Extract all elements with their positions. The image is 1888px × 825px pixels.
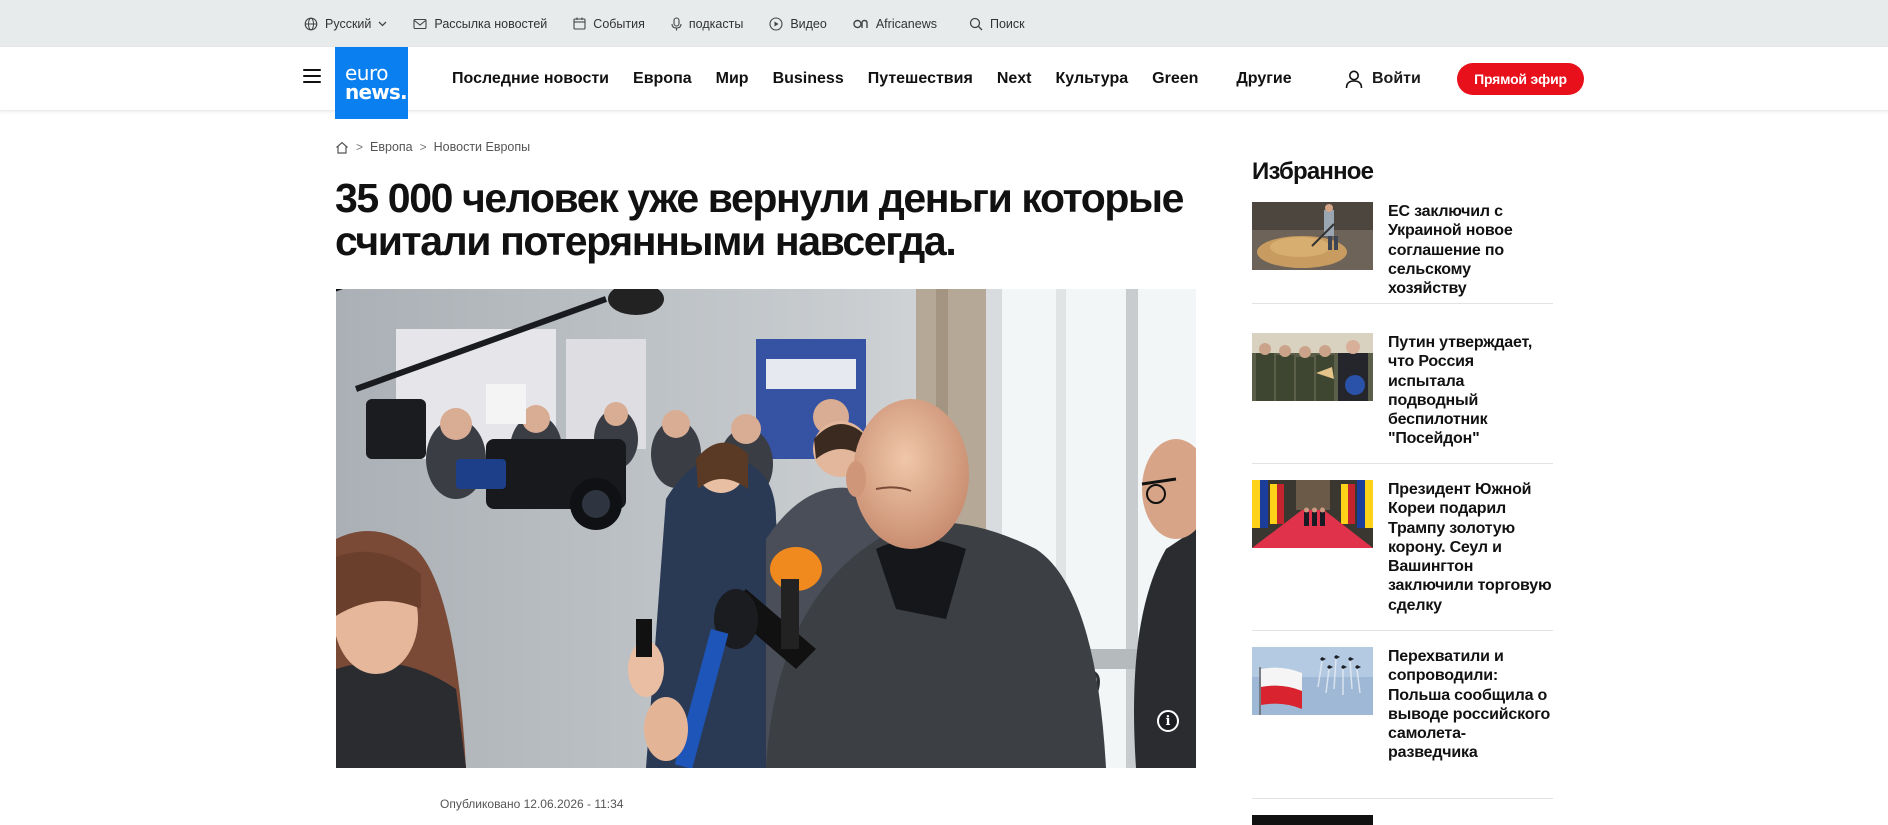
nav-item-latest[interactable]: Последние новости xyxy=(452,70,609,88)
featured-thumbnail xyxy=(1252,815,1373,825)
search-icon xyxy=(969,17,983,30)
microphone-icon xyxy=(671,16,682,30)
africanews-label: Africanews xyxy=(875,16,937,31)
login-button[interactable]: Войти xyxy=(1345,47,1421,111)
featured-headline: Перехватили и сопроводили: Польша сообщи… xyxy=(1388,648,1551,762)
home-icon[interactable] xyxy=(335,141,349,154)
featured-thumbnail xyxy=(1252,480,1373,548)
nav-item-travel[interactable]: Путешествия xyxy=(868,70,973,88)
featured-item-partial[interactable] xyxy=(1252,815,1553,825)
search-label: Поиск xyxy=(989,16,1025,31)
chevron-down-icon xyxy=(378,21,387,26)
user-icon xyxy=(1345,70,1363,88)
search-button[interactable]: Поиск xyxy=(969,17,1025,31)
newsletter-link[interactable]: Рассылка новостей xyxy=(413,17,547,31)
menu-icon[interactable] xyxy=(303,69,321,87)
nav-item-business[interactable]: Business xyxy=(773,70,844,88)
podcasts-link[interactable]: подкасты xyxy=(671,17,743,31)
main-nav: Последние новости Европа Мир Business Пу… xyxy=(452,47,1292,111)
article-hero-image: i xyxy=(336,289,1196,768)
breadcrumb-europe-news[interactable]: Новости Европы xyxy=(434,140,531,154)
events-link[interactable]: События xyxy=(573,17,645,31)
press-conference-photo xyxy=(336,289,1196,768)
published-date: Опубликовано 12.06.2026 - 11:34 xyxy=(440,797,624,811)
live-button[interactable]: Прямой эфир xyxy=(1457,63,1584,95)
nav-item-world[interactable]: Мир xyxy=(716,70,749,88)
globe-icon xyxy=(304,17,318,30)
featured-item[interactable]: Перехватили и сопроводили: Польша сообщи… xyxy=(1252,647,1553,799)
flags-red-carpet-photo xyxy=(1252,480,1373,548)
nav-item-europe[interactable]: Европа xyxy=(633,70,692,88)
featured-thumbnail xyxy=(1252,647,1373,715)
utility-bar: Русский Рассылка новостей События подкас… xyxy=(0,0,1888,47)
nav-item-next[interactable]: Next xyxy=(997,70,1032,88)
article-headline: 35 000 человек уже вернули деньги которы… xyxy=(335,175,1184,264)
events-label: События xyxy=(593,16,645,31)
featured-thumbnail xyxy=(1252,333,1373,401)
calendar-icon xyxy=(573,17,586,30)
featured-item[interactable]: Путин утверждает, что Россия испытала по… xyxy=(1252,333,1553,464)
grain-warehouse-photo xyxy=(1252,202,1373,270)
featured-item[interactable]: ЕС заключил с Украиной новое соглашение … xyxy=(1252,202,1553,304)
featured-item[interactable]: Президент Южной Кореи подарил Трампу зол… xyxy=(1252,480,1553,631)
military-officials-photo xyxy=(1252,333,1373,401)
featured-headline: Путин утверждает, что Россия испытала по… xyxy=(1388,334,1533,448)
language-selector[interactable]: Русский xyxy=(304,17,387,31)
featured-headline: Президент Южной Кореи подарил Трампу зол… xyxy=(1388,481,1552,614)
language-label: Русский xyxy=(325,16,372,31)
featured-headline: ЕС заключил с Украиной новое соглашение … xyxy=(1388,203,1513,298)
breadcrumb-separator: > xyxy=(419,140,427,154)
nav-item-more[interactable]: Другие xyxy=(1236,70,1291,88)
nav-item-green[interactable]: Green xyxy=(1152,70,1198,88)
polish-flag-jets-photo xyxy=(1252,647,1373,715)
login-label: Войти xyxy=(1372,70,1421,87)
newsletter-label: Рассылка новостей xyxy=(434,16,548,31)
featured-list: ЕС заключил с Украиной новое соглашение … xyxy=(1252,202,1553,825)
video-label: Видео xyxy=(790,16,827,31)
breadcrumb-separator: > xyxy=(356,140,364,154)
envelope-icon xyxy=(413,18,427,29)
info-icon[interactable]: i xyxy=(1157,710,1179,732)
breadcrumb: > Европа > Новости Европы xyxy=(335,140,530,154)
sidebar-title: Избранное xyxy=(1252,158,1374,185)
featured-thumbnail xyxy=(1252,202,1373,270)
podcasts-label: подкасты xyxy=(688,16,744,31)
africanews-link[interactable]: Africanews xyxy=(853,17,937,31)
euronews-logo[interactable]: euro news. xyxy=(335,47,408,119)
video-link[interactable]: Видео xyxy=(769,17,827,31)
main-header: euro news. Последние новости Европа Мир … xyxy=(0,47,1888,119)
africanews-logo-icon xyxy=(853,19,868,28)
nav-item-culture[interactable]: Культура xyxy=(1056,70,1129,88)
play-circle-icon xyxy=(769,16,783,31)
logo-text-news: news. xyxy=(345,80,408,104)
breadcrumb-europe[interactable]: Европа xyxy=(370,140,413,154)
